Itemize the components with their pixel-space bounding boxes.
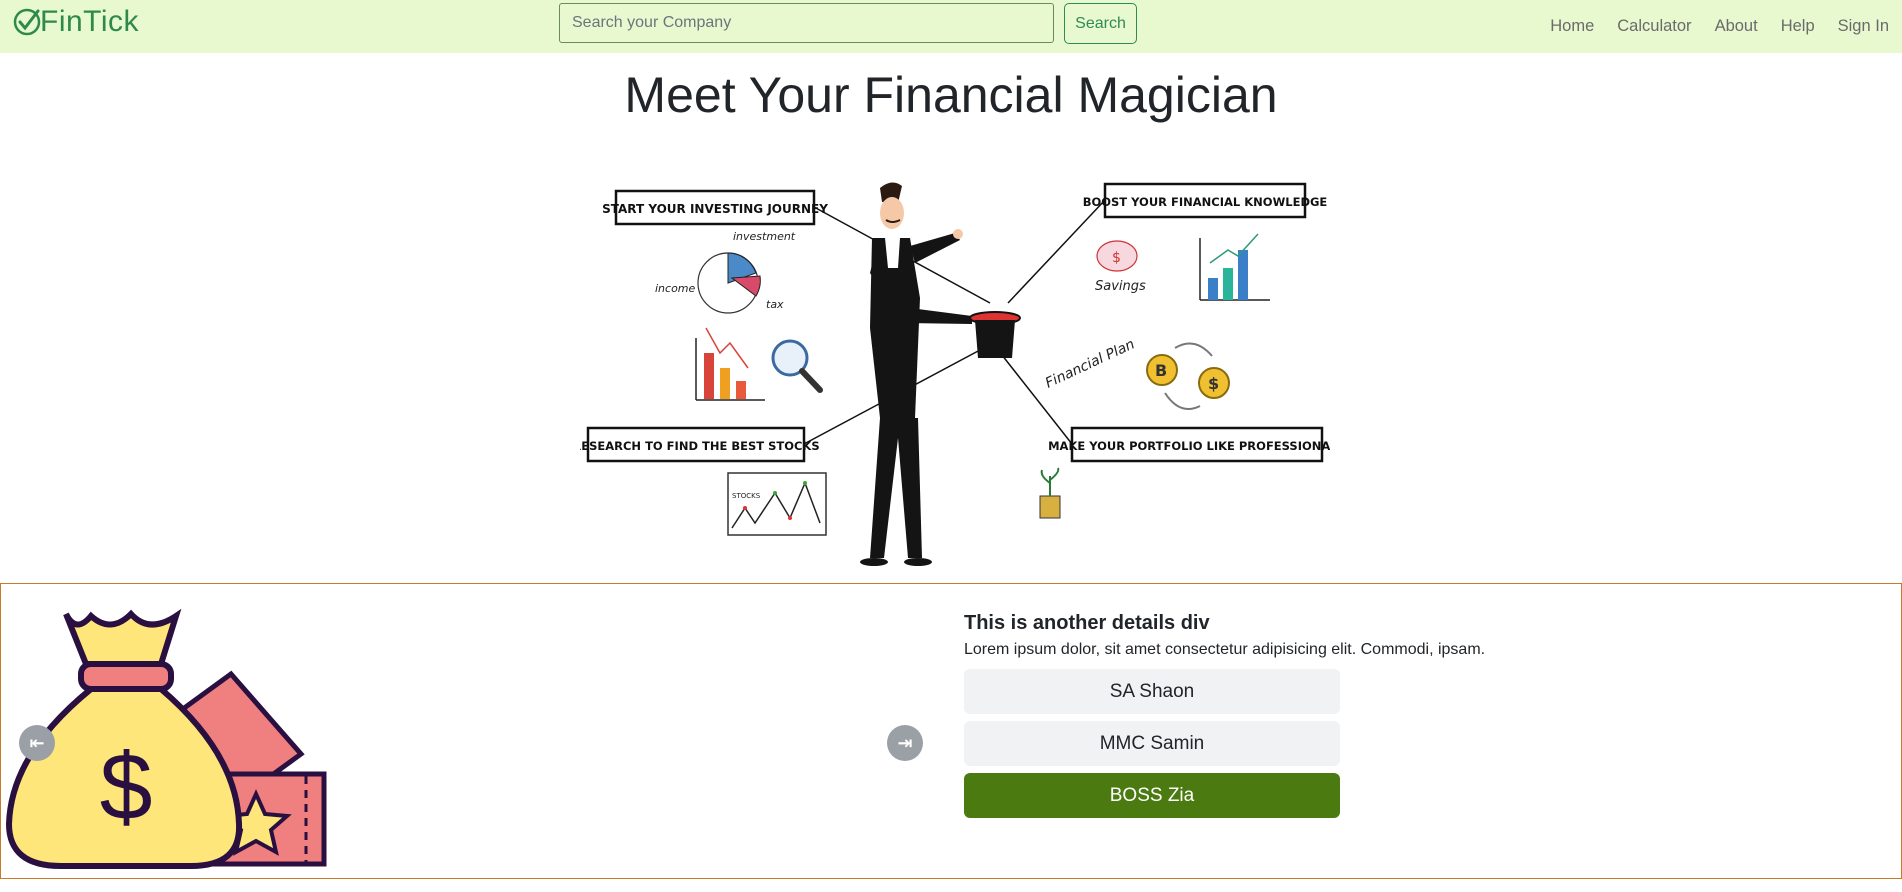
- details-text: Lorem ipsum dolor, sit amet consectetur …: [964, 641, 1486, 658]
- pie-label-investment: investment: [733, 230, 796, 243]
- nav-link-calculator[interactable]: Calculator: [1617, 17, 1691, 36]
- label-start: START YOUR INVESTING JOURNEY: [602, 202, 828, 216]
- magnifier-sketch: [771, 339, 823, 393]
- stocks-chart-sketch: STOCKS: [727, 472, 827, 536]
- nav-link-home[interactable]: Home: [1550, 17, 1594, 36]
- label-portfolio: MAKE YOUR PORTFOLIO LIKE PROFESSIONALS: [1048, 439, 1330, 453]
- person-button-sa-shaon[interactable]: SA Shaon: [964, 669, 1340, 714]
- bar-chart-down-sketch: [695, 327, 765, 401]
- financial-plan-label: Financial Plan: [1043, 336, 1137, 391]
- piggy-bank-sketch: $ Savings: [1095, 240, 1146, 294]
- svg-text:$: $: [1208, 374, 1219, 393]
- label-portfolio-box: MAKE YOUR PORTFOLIO LIKE PROFESSIONALS: [1048, 426, 1330, 463]
- coins-sketch: B $: [1146, 342, 1230, 410]
- person-button-mmc-samin[interactable]: MMC Samin: [964, 721, 1340, 766]
- search-button[interactable]: Search: [1064, 3, 1137, 44]
- pie-label-income: income: [655, 282, 696, 295]
- svg-text:$: $: [1112, 250, 1121, 266]
- search-input[interactable]: [559, 3, 1054, 43]
- nav-link-sign-in[interactable]: Sign In: [1838, 17, 1889, 36]
- label-research: RESEARCH TO FIND THE BEST STOCKS: [580, 439, 820, 453]
- details-heading: This is another details div: [964, 612, 1210, 634]
- hero-title: Meet Your Financial Magician: [624, 67, 1278, 123]
- dollar-sign-icon: $: [100, 734, 153, 840]
- brand-logo[interactable]: FinTick: [12, 5, 139, 39]
- navbar: FinTick Search Home Calculator About Hel…: [0, 0, 1902, 53]
- people-list: SA Shaon MMC Samin BOSS Zia: [964, 669, 1340, 825]
- carousel-next-icon[interactable]: ⇥: [887, 725, 923, 761]
- carousel-prev-icon[interactable]: ⇤: [19, 725, 55, 761]
- check-circle-icon: [13, 8, 41, 36]
- label-boost: BOOST YOUR FINANCIAL KNOWLEDGE: [1083, 195, 1328, 209]
- svg-text:B: B: [1155, 361, 1167, 380]
- label-boost-box: BOOST YOUR FINANCIAL KNOWLEDGE: [1083, 182, 1328, 219]
- magician-figure: [860, 182, 972, 566]
- nav-links: Home Calculator About Help Sign In: [1550, 0, 1889, 53]
- bar-chart-up-sketch: [1199, 233, 1270, 301]
- savings-label: Savings: [1095, 279, 1146, 294]
- person-button-boss-zia[interactable]: BOSS Zia: [964, 773, 1340, 818]
- carousel: $ ⇤ ⇥: [1, 584, 931, 878]
- details-info: This is another details div Lorem ipsum …: [964, 612, 1485, 659]
- magician-illustration: START YOUR INVESTING JOURNEY BOOST YOUR …: [580, 182, 1330, 566]
- details-section: $ ⇤ ⇥ This is another details div Lorem …: [0, 583, 1902, 879]
- label-research-box: RESEARCH TO FIND THE BEST STOCKS: [580, 426, 820, 463]
- pie-label-tax: tax: [766, 298, 784, 311]
- label-start-box: START YOUR INVESTING JOURNEY: [602, 189, 828, 226]
- plant-sketch: [1039, 467, 1061, 519]
- nav-link-about[interactable]: About: [1715, 17, 1758, 36]
- nav-link-help[interactable]: Help: [1781, 17, 1815, 36]
- stocks-label: STOCKS: [732, 492, 761, 500]
- top-hat: [969, 311, 1021, 358]
- brand-name: FinTick: [40, 5, 140, 38]
- pie-chart-sketch: investment income tax: [655, 230, 796, 314]
